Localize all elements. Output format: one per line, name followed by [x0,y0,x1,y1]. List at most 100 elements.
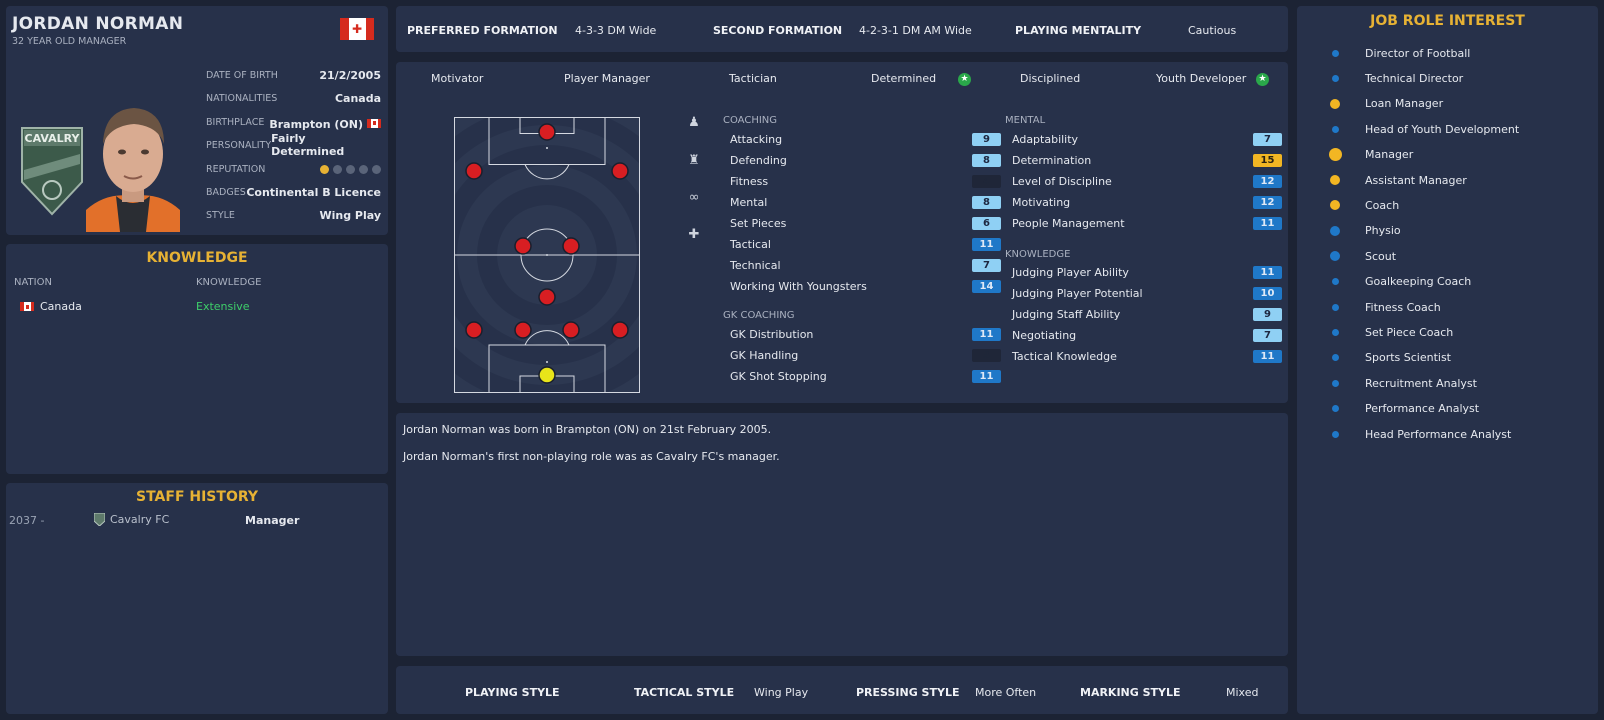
job-role-item[interactable]: Head of Youth Development [1365,121,1519,137]
birthplace-row: BIRTHPLACE Brampton (ON) [206,114,381,131]
reputation-star-icon [333,164,342,174]
formations-panel: PREFERRED FORMATION 4-3-3 DM Wide SECOND… [396,6,1288,52]
canada-flag-icon [367,118,381,128]
job-role-interest-panel: JOB ROLE INTEREST Director of Football Te… [1297,6,1598,714]
job-role-item[interactable]: Sports Scientist [1365,350,1451,366]
player-marker-cm[interactable] [562,237,580,255]
attribute-name: Technical [730,259,781,273]
job-role-item[interactable]: Head Performance Analyst [1365,426,1511,442]
attribute-row[interactable]: Tactical 11 [730,237,1001,253]
job-role-item[interactable]: Recruitment Analyst [1365,375,1477,391]
job-role-item[interactable]: Performance Analyst [1365,401,1479,417]
job-role-item[interactable]: Loan Manager [1365,96,1443,112]
second-formation-value[interactable]: 4-2-3-1 DM AM Wide [859,24,972,37]
bio-line: Jordan Norman was born in Brampton (ON) … [403,423,772,436]
attribute-row[interactable]: Adaptability 7 [1012,131,1282,147]
trait-motivator: Motivator [431,72,484,85]
interest-dot-icon [1331,354,1339,362]
badges-row: BADGES Continental B Licence [206,185,381,199]
player-marker-cb[interactable] [562,321,580,339]
attribute-row[interactable]: Mental 8 [730,194,1001,210]
tactical-style-label: TACTICAL STYLE [634,686,735,699]
player-marker-dm[interactable] [538,288,556,306]
interest-dot-icon [1330,225,1340,236]
attribute-name: Defending [730,153,787,167]
player-marker-cb[interactable] [514,321,532,339]
trait-determined: Determined [871,72,937,85]
attribute-row[interactable]: Technical 7 [730,258,1001,274]
player-marker-lw[interactable] [465,162,483,180]
attribute-row[interactable]: Set Pieces 6 [730,215,1001,231]
interest-dot-icon [1331,49,1339,57]
trait-player-manager: Player Manager [564,72,650,85]
job-role-item[interactable]: Goalkeeping Coach [1365,274,1471,290]
attribute-row[interactable]: GK Handling 3 [730,347,1001,363]
preferred-formation-value[interactable]: 4-3-3 DM Wide [575,24,656,37]
attribute-row[interactable]: Fitness 4 [730,173,1001,189]
attribute-row[interactable]: Attacking 9 [730,131,1001,147]
attribute-row[interactable]: GK Shot Stopping 11 [730,368,1001,384]
attribute-row[interactable]: Judging Player Ability 11 [1012,264,1282,280]
job-role-item[interactable]: Physio [1365,223,1401,239]
formation-pitch[interactable] [454,117,640,393]
trophy-icon: ♜ [688,153,700,168]
biography-panel: Jordan Norman was born in Brampton (ON) … [396,413,1288,656]
attribute-row[interactable]: Judging Staff Ability 9 [1012,306,1282,322]
pressing-style-label: PRESSING STYLE [856,686,960,699]
attribute-value-badge: 9 [972,132,1001,146]
job-role-item[interactable]: Set Piece Coach [1365,324,1453,340]
attribute-name: People Management [1012,216,1125,230]
reputation-star-icon [320,164,329,174]
interest-dot-icon [1331,125,1339,133]
style-row: STYLE Wing Play [206,208,381,222]
attribute-row[interactable]: Judging Player Potential 10 [1012,285,1282,301]
job-role-item[interactable]: Manager [1365,147,1413,163]
player-marker-st[interactable] [538,123,556,141]
attribute-row[interactable]: Determination 15 [1012,152,1282,168]
knowledge-row[interactable]: Canada [14,300,82,313]
tactical-style-value: Wing Play [754,686,809,699]
reputation-star-icon [359,164,368,174]
attribute-value-badge: 11 [1253,349,1282,363]
attribute-row[interactable]: Tactical Knowledge 11 [1012,348,1282,364]
history-role: Manager [245,514,300,527]
job-role-item[interactable]: Director of Football [1365,45,1470,61]
player-marker-cm[interactable] [514,237,532,255]
job-role-item[interactable]: Fitness Coach [1365,299,1441,315]
attribute-row[interactable]: GK Distribution 11 [730,326,1001,342]
attribute-row[interactable]: People Management 11 [1012,215,1282,231]
second-formation-label: SECOND FORMATION [713,24,843,37]
knowledge-panel: KNOWLEDGE NATION KNOWLEDGE Canada Extens… [6,244,388,474]
attribute-value-badge: 8 [972,195,1001,209]
profile-panel: JORDAN NORMAN 32 YEAR OLD MANAGER ✚ CAVA… [6,6,388,235]
attribute-name: Working With Youngsters [730,280,867,294]
player-marker-rb[interactable] [611,321,629,339]
attribute-value-badge: 12 [1253,174,1282,188]
knowledge-column-header: KNOWLEDGE [196,277,262,288]
job-role-item[interactable]: Technical Director [1365,70,1463,86]
attribute-row[interactable]: Level of Discipline 12 [1012,173,1282,189]
knowledge-heading: KNOWLEDGE [1005,249,1071,260]
attribute-row[interactable]: Motivating 12 [1012,194,1282,210]
job-role-item[interactable]: Coach [1365,197,1399,213]
player-marker-gk[interactable] [538,366,556,384]
attribute-value-badge: 8 [972,153,1001,167]
job-role-item[interactable]: Scout [1365,248,1396,264]
trait-youth-developer: Youth Developer [1156,72,1247,85]
attributes-panel: Motivator Player Manager Tactician Deter… [396,62,1288,403]
staff-history-title: STAFF HISTORY [136,489,258,505]
attribute-name: Tactical Knowledge [1012,349,1117,363]
interest-dot-icon [1330,98,1340,109]
job-role-title: JOB ROLE INTEREST [1370,13,1525,29]
canada-flag-icon [20,302,34,311]
attribute-name: GK Distribution [730,327,814,341]
reputation-stars [320,164,381,174]
player-marker-lb[interactable] [465,321,483,339]
history-club[interactable]: Cavalry FC [94,513,169,526]
attribute-row[interactable]: Working With Youngsters 14 [730,279,1001,295]
player-marker-rw[interactable] [611,162,629,180]
attribute-row[interactable]: Defending 8 [730,152,1001,168]
attribute-row[interactable]: Negotiating 7 [1012,327,1282,343]
attribute-value-badge: 11 [972,238,1001,251]
job-role-item[interactable]: Assistant Manager [1365,172,1467,188]
